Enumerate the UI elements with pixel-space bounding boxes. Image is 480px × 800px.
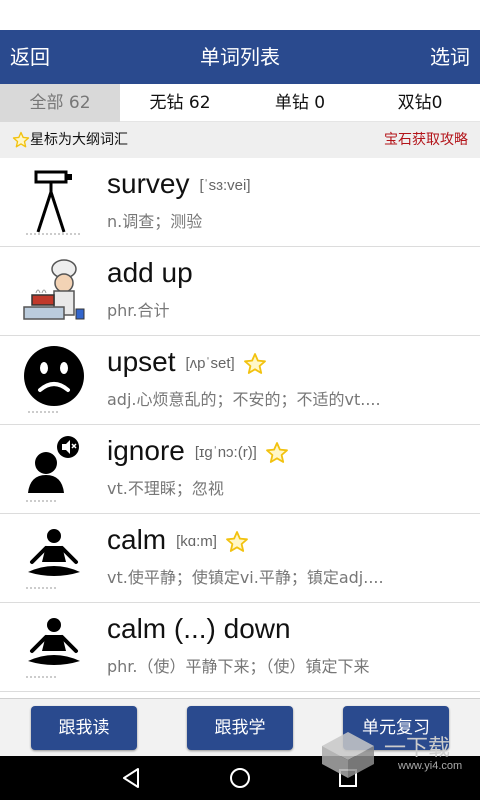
list-item[interactable]: ignore [ɪgˈnɔ:(r)] vt.不理睬；忽视 — [0, 425, 480, 514]
info-bar: 星标为大纲词汇 宝石获取攻略 — [0, 122, 480, 158]
word-text: upset — [107, 346, 176, 377]
definition-text: vt.使平静；使镇定vi.平静；镇定adj.... — [107, 568, 384, 587]
list-item[interactable]: calm (...) down phr.（使）平静下来；（使）镇定下来 — [0, 603, 480, 692]
meditation-icon — [26, 618, 80, 678]
select-words-button[interactable]: 选词 — [430, 30, 470, 84]
word-text: calm — [107, 524, 167, 555]
watermark-text: 一下载 — [384, 736, 451, 761]
status-bar-area — [0, 0, 480, 30]
tab-single-diamond[interactable]: 单钻 0 — [240, 84, 360, 122]
list-item[interactable]: upset [ʌpˈset] adj.心烦意乱的；不安的；不适的vt.... — [0, 336, 480, 425]
word-text: survey — [107, 168, 190, 199]
definition-text: phr.合计 — [107, 301, 170, 320]
filter-tabs: 全部 62 无钻 62 单钻 0 双钻0 — [0, 84, 480, 122]
star-outline-icon — [226, 530, 248, 552]
star-outline-icon — [243, 352, 266, 374]
sad-face-icon — [24, 346, 84, 413]
watermark-url: www.yi4.com — [398, 760, 463, 772]
word-list: survey [ˈsɜ:vei] n.调查；测验 add up phr.合计 up… — [0, 158, 480, 698]
read-along-button[interactable]: 跟我读 — [31, 706, 137, 750]
star-outline-icon — [12, 131, 30, 148]
home-circle-icon[interactable] — [228, 766, 252, 790]
star-outline-icon — [265, 441, 288, 463]
watermark-logo-icon — [322, 732, 374, 778]
meditation-icon — [26, 529, 80, 589]
learn-along-button[interactable]: 跟我学 — [187, 706, 293, 750]
tab-double-diamond[interactable]: 双钻0 — [360, 84, 480, 122]
site-watermark: 一下载 www.yi4.com — [318, 728, 478, 784]
gem-guide-link[interactable]: 宝石获取攻略 — [384, 122, 468, 158]
phonetic-text: [ɪgˈnɔ:(r)] — [194, 444, 257, 462]
list-item[interactable]: add up phr.合计 — [0, 247, 480, 336]
survey-tripod-icon — [26, 170, 82, 235]
phonetic-text: [ʌpˈset] — [185, 355, 235, 373]
syllabus-note: 星标为大纲词汇 — [30, 132, 128, 148]
definition-text: adj.心烦意乱的；不安的；不适的vt.... — [107, 390, 381, 409]
phonetic-text: [ˈsɜ:vei] — [199, 177, 251, 195]
definition-text: n.调查；测验 — [107, 212, 203, 231]
list-item[interactable]: survey [ˈsɜ:vei] n.调查；测验 — [0, 158, 480, 247]
word-text: add up — [107, 257, 193, 288]
muted-person-icon — [26, 436, 79, 502]
list-item[interactable]: calm [kɑ:m] vt.使平静；使镇定vi.平静；镇定adj.... — [0, 514, 480, 603]
definition-text: vt.不理睬；忽视 — [107, 479, 224, 498]
tab-no-diamond[interactable]: 无钻 62 — [120, 84, 240, 122]
header-bar: 返回 单词列表 选词 — [0, 30, 480, 84]
page-title: 单词列表 — [200, 45, 280, 69]
tab-all[interactable]: 全部 62 — [0, 84, 120, 122]
chef-cooking-icon — [23, 259, 85, 320]
word-text: calm (...) down — [107, 613, 291, 644]
phonetic-text: [kɑ:m] — [176, 533, 217, 551]
back-triangle-icon[interactable] — [120, 766, 144, 790]
word-text: ignore — [107, 435, 185, 466]
definition-text: phr.（使）平静下来；（使）镇定下来 — [107, 657, 370, 676]
